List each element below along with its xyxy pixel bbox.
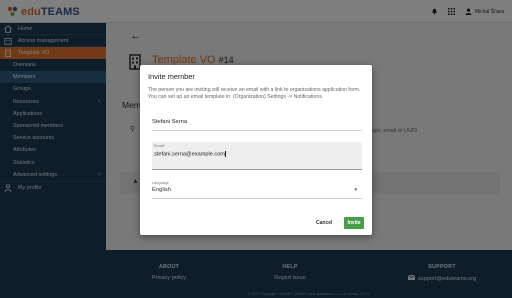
- language-label: Language: [152, 181, 169, 185]
- email-field[interactable]: Email* stefani.serna@example.com: [152, 142, 362, 170]
- dropdown-arrow-icon: ▼: [353, 187, 358, 192]
- language-select[interactable]: Language English ▼: [152, 180, 362, 199]
- cancel-button[interactable]: Cancel: [316, 220, 332, 226]
- language-value: English: [152, 186, 172, 193]
- email-value: stefani.serna@example.com: [154, 151, 225, 158]
- dialog-title: Invite member: [148, 72, 195, 81]
- invite-button[interactable]: Invite: [344, 217, 364, 229]
- text-caret: [225, 151, 227, 157]
- name-field[interactable]: Stefani Serna: [152, 115, 362, 131]
- email-label: Email*: [154, 144, 165, 148]
- invite-member-dialog: Invite member The person you are invitin…: [140, 65, 372, 235]
- dialog-description: The person you are inviting will receive…: [148, 87, 361, 100]
